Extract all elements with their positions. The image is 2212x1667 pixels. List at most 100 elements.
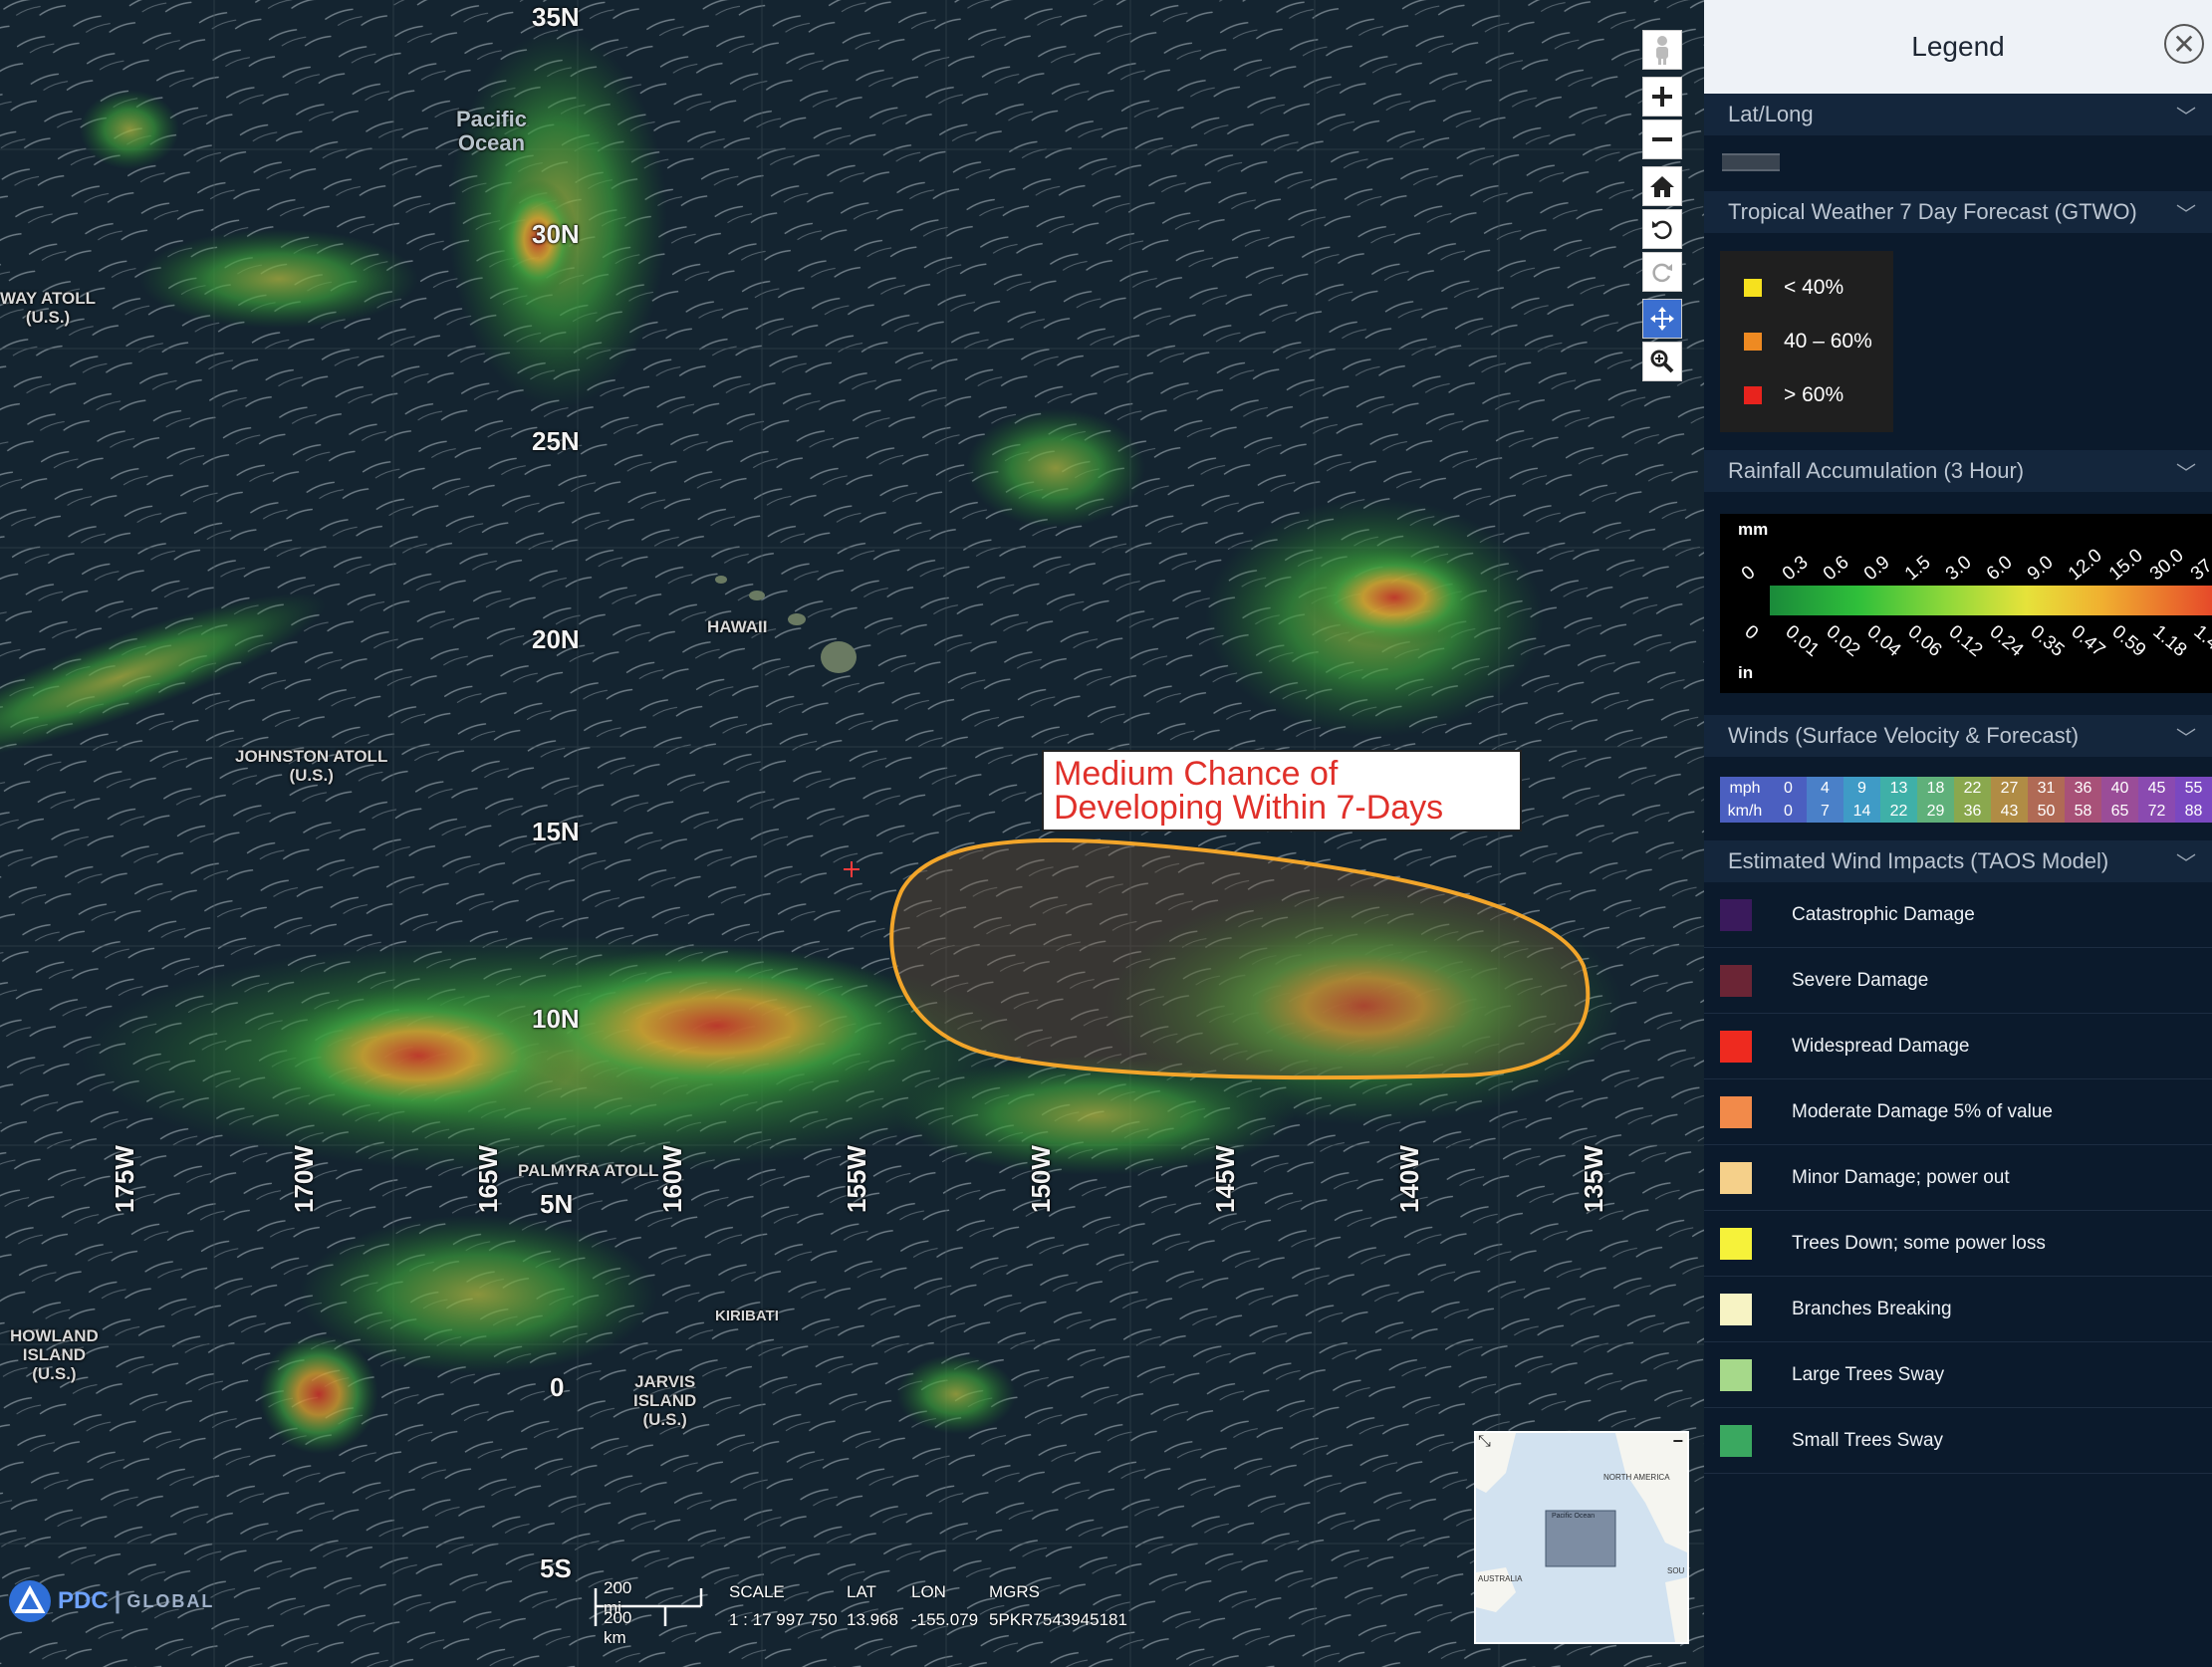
gtwo-item: > 60% (1720, 368, 1893, 422)
impact-item: Branches Breaking (1704, 1277, 2212, 1342)
wind-speed-cell: 36 (1954, 800, 1991, 823)
zoom-out-icon[interactable] (1642, 119, 1682, 159)
wind-speed-cell: 88 (2175, 800, 2212, 823)
wind-speed-cell: 50 (2028, 800, 2065, 823)
impacts-list: Catastrophic Damage Severe Damage Widespre… (1704, 882, 2212, 1474)
scale-label: SCALE (729, 1582, 785, 1601)
rain-in-tick: 0.24 (1985, 621, 2028, 661)
lon-label: 150W (1026, 1145, 1056, 1213)
map-view[interactable]: 35N 30N 25N 20N 15N 10N 5N 0 5S 175W 170… (0, 0, 1704, 1667)
rain-mm-tick: 12.0 (2064, 545, 2106, 586)
rain-colorbar: mm in 0 0.3 0.6 0.9 1.5 3.0 6.0 9.0 12.0 15.0 30.0… (1720, 514, 2212, 693)
home-icon[interactable] (1642, 166, 1682, 206)
wind-speed-cell: 4 (1807, 777, 1843, 800)
gtwo-legend: < 40% 40 – 60% > 60% (1720, 251, 1893, 432)
wind-speed-cell: 36 (2065, 777, 2101, 800)
lat-label: 5N (540, 1189, 574, 1219)
section-latlong[interactable]: Lat/Long ﹀ (1704, 94, 2212, 135)
lon-readout-value: -155.079 (911, 1610, 979, 1629)
section-rain[interactable]: Rainfall Accumulation (3 Hour) ﹀ (1704, 450, 2212, 492)
lon-label: 145W (1210, 1145, 1240, 1213)
rain-in-tick: 0.59 (2107, 621, 2150, 661)
impact-label: Small Trees Sway (1792, 1429, 1944, 1451)
impact-label: Moderate Damage 5% of value (1792, 1100, 2053, 1122)
rain-mm-tick: 37 (2186, 555, 2212, 586)
zoom-in-icon[interactable] (1642, 77, 1682, 117)
wind-speed-cell: 55 (2175, 777, 2212, 800)
wind-speed-cell: 65 (2101, 800, 2138, 823)
wind-speed-cell: 58 (2065, 800, 2101, 823)
wind-speed-cell: 14 (1843, 800, 1880, 823)
rain-in-tick: 1.18 (2148, 621, 2191, 661)
lat-label: 30N (532, 219, 580, 249)
lon-label: 160W (657, 1145, 687, 1213)
rain-in-tick: 0.35 (2026, 621, 2069, 661)
satellite-basemap (0, 0, 1704, 1667)
impact-item: Severe Damage (1704, 948, 2212, 1014)
wind-kmh-row: km/h 0 7 14 22 29 36 43 50 58 65 72 88 (1720, 800, 2212, 823)
scale-readout: SCALE 1 : 17 997 750 (729, 1578, 838, 1634)
minimap-label-na: NORTH AMERICA (1603, 1473, 1670, 1482)
chevron-down-icon: ﹀ (2176, 462, 2196, 485)
pdc-logo: PDC | GLOBAL (8, 1579, 214, 1623)
impact-label: Catastrophic Damage (1792, 903, 1975, 925)
place-label-pacific-ocean: Pacific Ocean (456, 107, 527, 155)
impact-label: Trees Down; some power loss (1792, 1232, 2046, 1254)
section-impacts[interactable]: Estimated Wind Impacts (TAOS Model) ﹀ (1704, 840, 2212, 882)
impact-swatch (1720, 1095, 1752, 1128)
gtwo-item: 40 – 60% (1720, 315, 1893, 368)
rain-gradient (1770, 586, 2212, 615)
minimap-expand-icon[interactable]: ⤡ (1478, 1433, 1491, 1451)
impact-swatch (1720, 1227, 1752, 1260)
minimap-label-sou: SOU (1667, 1566, 1685, 1575)
impact-swatch (1720, 1161, 1752, 1194)
wind-unit: km/h (1720, 800, 1770, 823)
rain-in-tick: 0 (1740, 621, 1763, 644)
overview-minimap[interactable]: NORTH AMERICA AUSTRALIA SOU Pacific Ocea… (1474, 1431, 1689, 1644)
impact-swatch (1720, 964, 1752, 997)
section-winds-label: Winds (Surface Velocity & Forecast) (1728, 723, 2080, 748)
wind-mph-row: mph 0 4 9 13 18 22 27 31 36 40 45 55 (1720, 777, 2212, 800)
wind-speed-cell: 72 (2138, 800, 2175, 823)
zoom-box-icon[interactable] (1642, 342, 1682, 381)
section-impacts-label: Estimated Wind Impacts (TAOS Model) (1728, 848, 2109, 873)
impact-label: Branches Breaking (1792, 1298, 1952, 1319)
lat-label: 25N (532, 426, 580, 456)
wind-speed-cell: 22 (1954, 777, 1991, 800)
rain-in-tick: 0.02 (1822, 621, 1864, 661)
legend-panel: Legend ✕ Lat/Long ﹀ Tropical Weather 7 D… (1704, 0, 2212, 1667)
rain-in-tick: 0.01 (1781, 621, 1824, 661)
legend-title: Legend (1911, 31, 2005, 62)
wind-speed-cell: 31 (2028, 777, 2065, 800)
rain-mm-tick: 9.0 (2023, 552, 2058, 586)
lat-label: 0 (550, 1372, 565, 1402)
gtwo-label: 40 – 60% (1784, 330, 1872, 353)
impact-swatch (1720, 1358, 1752, 1391)
pan-icon[interactable] (1642, 299, 1682, 339)
rotate-cw-icon[interactable] (1642, 252, 1682, 292)
close-icon[interactable]: ✕ (2164, 24, 2204, 64)
gtwo-item: < 40% (1720, 261, 1893, 315)
section-winds[interactable]: Winds (Surface Velocity & Forecast) ﹀ (1704, 715, 2212, 757)
mgrs-readout-label: MGRS (989, 1582, 1040, 1601)
pegman-icon[interactable] (1642, 30, 1682, 70)
rain-in-tick: 0.06 (1903, 621, 1946, 661)
pdc-brand: PDC (58, 1587, 109, 1614)
lat-label: 20N (532, 624, 580, 654)
gtwo-label: < 40% (1784, 276, 1844, 299)
wind-speed-cell: 0 (1770, 777, 1807, 800)
rain-mm-tick: 1.5 (1900, 552, 1935, 586)
pdc-logo-icon (9, 1580, 51, 1622)
rain-in-unit: in (1738, 663, 1754, 682)
minimap-collapse-icon[interactable]: − (1672, 1433, 1683, 1452)
impact-item: Large Trees Sway (1704, 1342, 2212, 1408)
latlong-sample (1704, 135, 2212, 191)
section-gtwo[interactable]: Tropical Weather 7 Day Forecast (GTWO) ﹀ (1704, 191, 2212, 233)
wind-speed-cell: 40 (2101, 777, 2138, 800)
lat-label: 10N (532, 1004, 580, 1034)
chevron-down-icon: ﹀ (2176, 106, 2196, 128)
wind-speed-cell: 13 (1880, 777, 1917, 800)
impact-label: Severe Damage (1792, 969, 1929, 991)
rotate-ccw-icon[interactable] (1642, 209, 1682, 249)
lat-label: 15N (532, 817, 580, 846)
